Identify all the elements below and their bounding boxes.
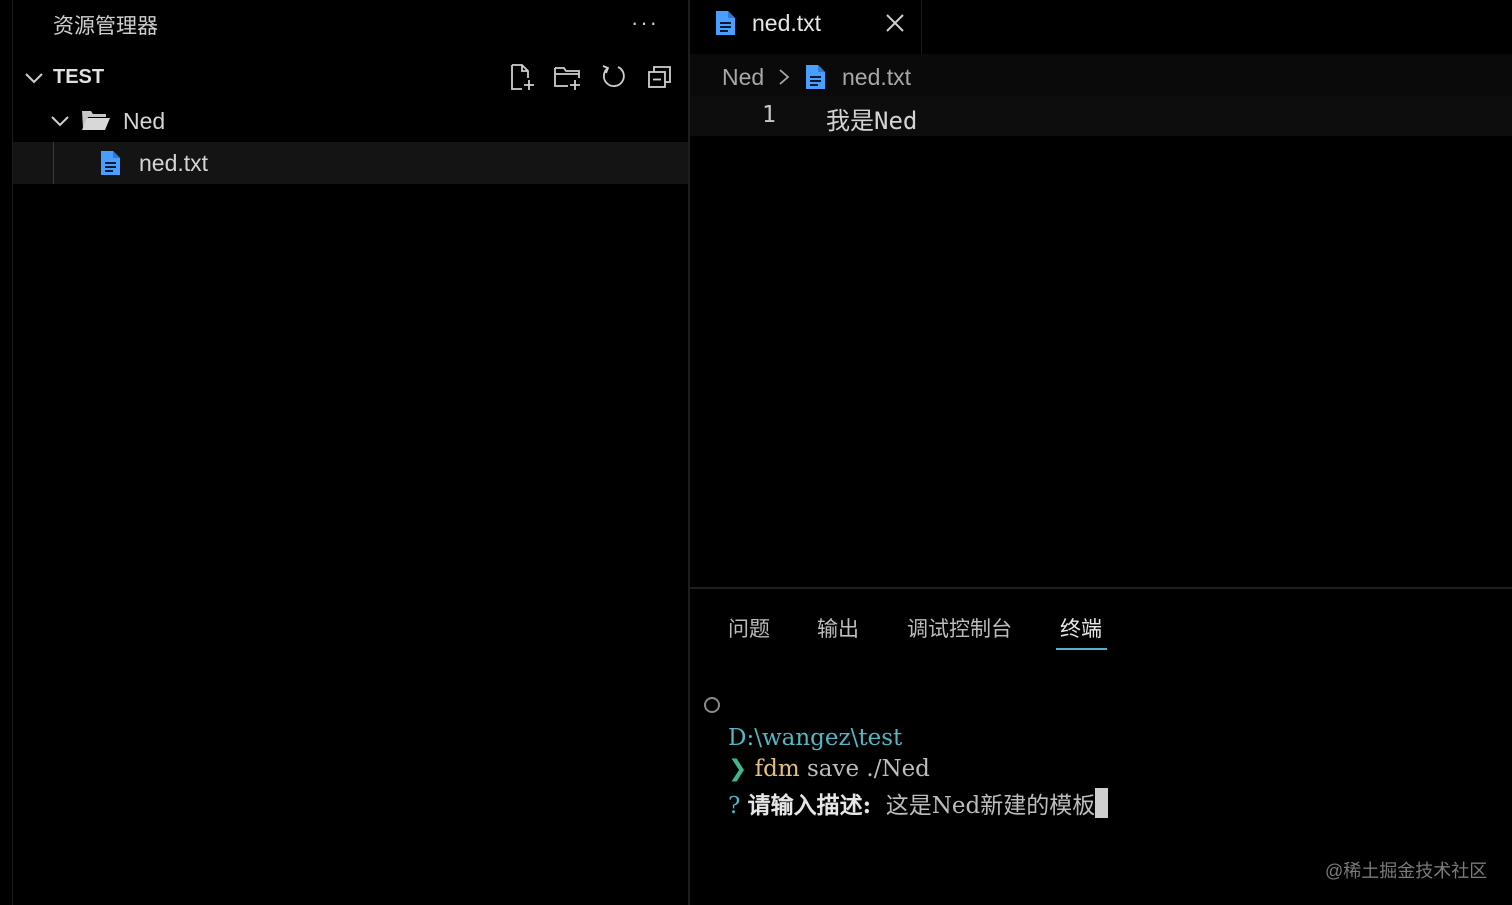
- tab-problems[interactable]: 问题: [728, 613, 770, 643]
- collapse-all-icon[interactable]: [645, 62, 675, 92]
- editor-group: ned.txt Ned ned.txt 1 我是Ned: [690, 0, 1512, 587]
- chevron-right-icon: [779, 69, 790, 85]
- indent-guide: [53, 142, 54, 184]
- terminal-cursor: [1095, 788, 1109, 818]
- line-text[interactable]: 我是Ned: [826, 101, 917, 136]
- new-folder-icon[interactable]: [553, 62, 583, 92]
- file-icon: [806, 65, 825, 89]
- terminal-path: D:\wangez\test: [728, 725, 903, 751]
- terminal-prompt-line[interactable]: ? 请输入描述: 这是Ned新建的模板: [728, 786, 1109, 820]
- close-icon[interactable]: [884, 12, 906, 34]
- breadcrumb: Ned ned.txt: [690, 54, 1512, 100]
- code-line[interactable]: 1 我是Ned: [690, 96, 1512, 136]
- tree-item-folder[interactable]: Ned: [13, 100, 689, 142]
- terminal-command-line: ❯ fdm save ./Ned: [728, 756, 930, 782]
- watermark: @稀土掘金技术社区: [1325, 861, 1488, 881]
- tab-debug-console[interactable]: 调试控制台: [907, 613, 1012, 643]
- new-file-icon[interactable]: [507, 62, 537, 92]
- answer-input[interactable]: 这是Ned新建的模板: [886, 793, 1095, 819]
- file-icon: [716, 11, 735, 35]
- more-actions-icon[interactable]: ···: [631, 10, 659, 36]
- terminal-command: fdm: [754, 756, 800, 782]
- prompt-arrow-icon: ❯: [728, 756, 748, 782]
- explorer-sidebar: 资源管理器 ··· TEST Ned ned.txt: [12, 0, 689, 905]
- chevron-down-icon[interactable]: [49, 110, 71, 132]
- tab-bar: ned.txt: [690, 0, 1512, 54]
- tab-ned-txt[interactable]: ned.txt: [690, 0, 922, 54]
- terminal-command-args: save ./Ned: [799, 756, 930, 782]
- section-header-test[interactable]: TEST: [13, 58, 689, 98]
- question-mark: ?: [728, 793, 741, 819]
- tree-folder-label: Ned: [123, 108, 166, 134]
- tab-label: ned.txt: [752, 10, 822, 36]
- refresh-icon[interactable]: [599, 62, 629, 92]
- tree-item-file[interactable]: ned.txt: [13, 142, 689, 184]
- tab-terminal[interactable]: 终端: [1060, 613, 1102, 643]
- breadcrumb-folder[interactable]: Ned: [722, 64, 764, 91]
- question-label: 请输入描述:: [747, 792, 872, 819]
- line-number: 1: [762, 102, 776, 128]
- chevron-down-icon[interactable]: [23, 67, 45, 89]
- file-icon: [101, 151, 120, 175]
- sidebar-title: 资源管理器: [53, 15, 158, 38]
- breadcrumb-file[interactable]: ned.txt: [842, 64, 911, 91]
- command-status-icon[interactable]: [704, 697, 720, 713]
- section-title: TEST: [53, 66, 105, 88]
- tab-output[interactable]: 输出: [817, 613, 859, 643]
- active-tab-indicator: [1056, 648, 1107, 650]
- folder-open-icon: [82, 111, 110, 130]
- tree-file-label: ned.txt: [139, 150, 209, 176]
